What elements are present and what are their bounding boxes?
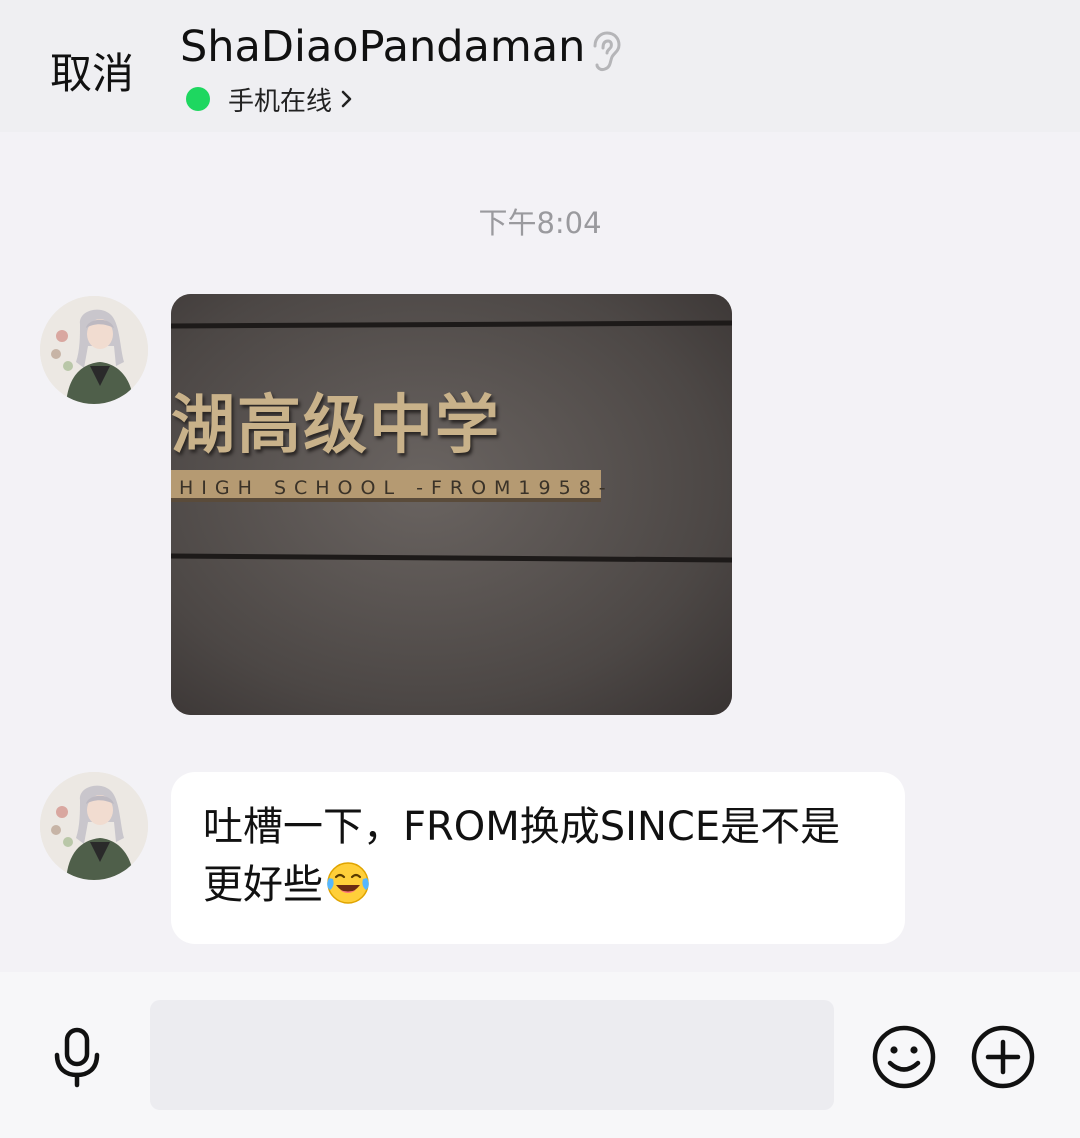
message-input[interactable]	[150, 1000, 834, 1110]
microphone-icon[interactable]	[50, 1027, 104, 1089]
image-sign-text: 湖高级中学	[171, 389, 501, 463]
online-status-dot	[186, 87, 210, 111]
online-status-text: 手机在线	[228, 86, 333, 117]
message-bubble[interactable]: 吐槽一下，FROM换成SINCE是不是更好些	[171, 772, 905, 944]
contact-avatar[interactable]	[40, 296, 148, 404]
online-status[interactable]: 手机在线	[186, 83, 354, 117]
cancel-button[interactable]: 取消	[50, 40, 134, 101]
contact-avatar[interactable]	[40, 772, 148, 880]
chat-header: 取消 ShaDiaoPandaman 手机在线	[0, 0, 1080, 132]
face-with-tears-of-joy-icon	[327, 862, 369, 904]
ear-icon[interactable]	[586, 30, 624, 74]
smiley-icon[interactable]	[871, 1024, 937, 1090]
message-image[interactable]: 湖高级中学 HIGH SCHOOL -FROM1958-	[171, 294, 732, 715]
image-background	[171, 294, 732, 715]
plus-icon[interactable]	[970, 1024, 1036, 1090]
message-text: 吐槽一下，FROM换成SINCE是不是更好些	[203, 804, 841, 908]
chevron-right-icon	[341, 90, 352, 108]
image-sign-subtext: HIGH SCHOOL -FROM1958-	[179, 477, 614, 499]
contact-name: ShaDiaoPandaman	[180, 22, 586, 72]
message-timestamp: 下午8:04	[478, 206, 602, 240]
